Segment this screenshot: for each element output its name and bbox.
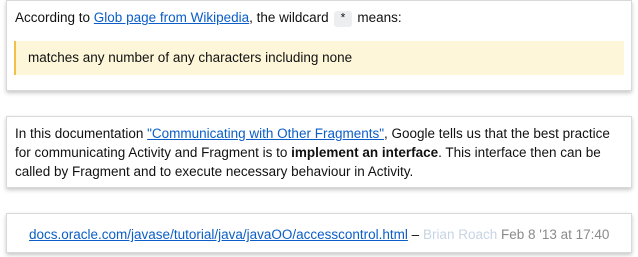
bold-phrase: implement an interface [291,145,439,160]
glob-blockquote: matches any number of any characters inc… [14,41,624,75]
fragments-doc-link[interactable]: "Communicating with Other Fragments" [147,126,384,141]
comment-date[interactable]: Feb 8 '13 at 17:40 [501,227,609,242]
comment-author[interactable]: Brian Roach [423,227,497,242]
answer-card-glob: According to Glob page from Wikipedia, t… [6,0,632,91]
glob-wikipedia-link[interactable]: Glob page from Wikipedia [94,10,249,25]
fragments-paragraph: In this documentation "Communicating wit… [15,126,610,179]
answer-card-fragments: In this documentation "Communicating wit… [6,116,632,188]
glob-intro-text: According to Glob page from Wikipedia, t… [15,10,402,27]
oracle-docs-link[interactable]: docs.oracle.com/javase/tutorial/java/jav… [29,227,408,242]
comment-card: docs.oracle.com/javase/tutorial/java/jav… [6,213,632,253]
wildcard-code: * [334,11,352,27]
comment-line: docs.oracle.com/javase/tutorial/java/jav… [29,227,610,242]
